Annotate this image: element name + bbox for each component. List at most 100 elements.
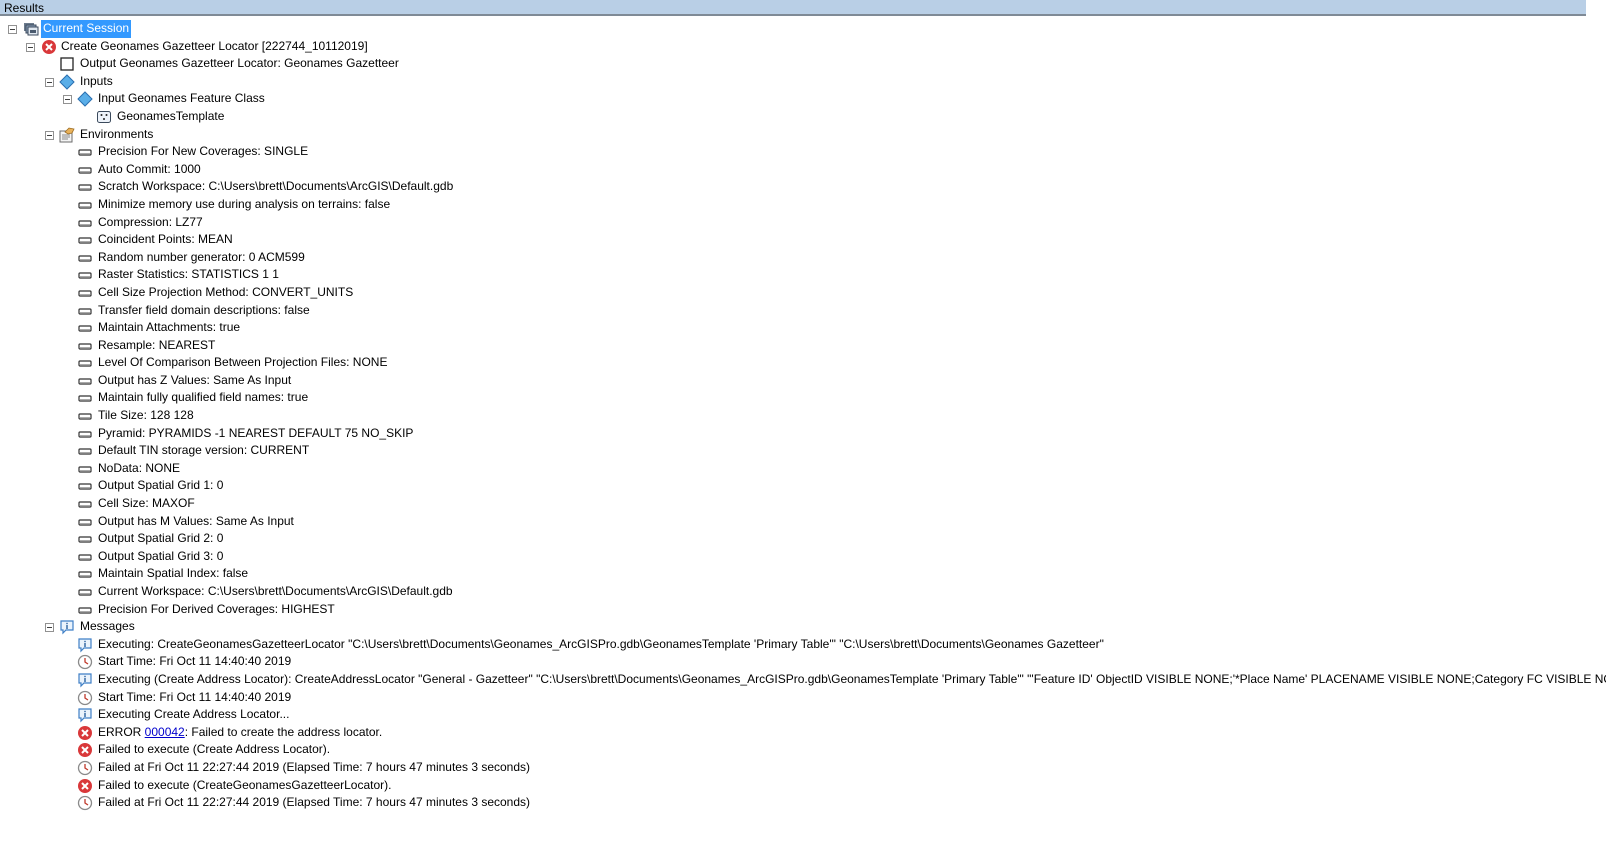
environment-item-text: Pyramid: PYRAMIDS -1 NEAREST DEFAULT 75 … <box>98 425 414 440</box>
environment-setting-icon <box>77 144 93 160</box>
environment-item[interactable]: Maintain fully qualified field names: tr… <box>0 389 1606 407</box>
environment-item[interactable]: Current Workspace: C:\Users\brett\Docume… <box>0 583 1606 601</box>
environment-item[interactable]: Pyramid: PYRAMIDS -1 NEAREST DEFAULT 75 … <box>0 425 1606 443</box>
diamond-icon <box>77 91 93 108</box>
message-text: ERROR 000042: Failed to create the addre… <box>98 724 382 742</box>
environment-item[interactable]: Output has Z Values: Same As Input <box>0 372 1606 390</box>
environment-setting-icon <box>77 355 93 371</box>
info-icon <box>77 637 93 653</box>
message-item-time[interactable]: Start Time: Fri Oct 11 14:40:40 2019 <box>0 653 1606 671</box>
environment-item[interactable]: Auto Commit: 1000 <box>0 161 1606 179</box>
message-item-time[interactable]: Start Time: Fri Oct 11 14:40:40 2019 <box>0 689 1606 707</box>
environment-setting-icon <box>77 566 93 582</box>
environment-item-text: Maintain Spatial Index: false <box>98 566 249 581</box>
message-item-error[interactable]: Failed to execute (CreateGeonamesGazette… <box>0 777 1606 795</box>
output-label[interactable]: Output Geonames Gazetteer Locator: Geona… <box>80 55 399 73</box>
environment-setting-icon <box>77 461 93 477</box>
collapse-toggle[interactable] <box>63 95 72 105</box>
environment-setting-icon <box>77 478 93 494</box>
message-text: Start Time: Fri Oct 11 14:40:40 2019 <box>98 689 292 704</box>
environments-label[interactable]: Environments <box>80 126 153 144</box>
collapse-toggle[interactable] <box>45 623 54 633</box>
message-item-time[interactable]: Failed at Fri Oct 11 22:27:44 2019 (Elap… <box>0 759 1606 777</box>
environment-item[interactable]: Coincident Points: MEAN <box>0 231 1606 249</box>
environment-setting-icon <box>77 338 93 354</box>
environment-item-text: Resample: NEAREST <box>98 337 216 352</box>
tree-node-environments[interactable]: Environments <box>0 126 1606 144</box>
environment-item[interactable]: Precision For New Coverages: SINGLE <box>0 143 1606 161</box>
environment-item-text: Maintain fully qualified field names: tr… <box>98 390 309 405</box>
environment-item[interactable]: Maintain Attachments: true <box>0 319 1606 337</box>
environment-item[interactable]: Minimize memory use during analysis on t… <box>0 196 1606 214</box>
environment-item-text: Precision For New Coverages: SINGLE <box>98 144 309 159</box>
environment-item[interactable]: Default TIN storage version: CURRENT <box>0 442 1606 460</box>
results-tree: Current Session Create Geonames Gazettee… <box>0 20 1606 812</box>
environment-item-text: Output has Z Values: Same As Input <box>98 372 292 387</box>
environment-item-text: Default TIN storage version: CURRENT <box>98 443 310 458</box>
environment-item[interactable]: Output Spatial Grid 2: 0 <box>0 530 1606 548</box>
collapse-toggle[interactable] <box>45 130 54 140</box>
results-panel-title: Results <box>0 0 1586 16</box>
environment-item[interactable]: Precision For Derived Coverages: HIGHEST <box>0 601 1606 619</box>
tree-node-current-session[interactable]: Current Session <box>0 20 1606 38</box>
messages-label[interactable]: Messages <box>80 618 135 636</box>
environment-item[interactable]: Level Of Comparison Between Projection F… <box>0 354 1606 372</box>
tree-node-output[interactable]: Output Geonames Gazetteer Locator: Geona… <box>0 55 1606 73</box>
environment-item-text: Compression: LZ77 <box>98 214 203 229</box>
message-item-info[interactable]: Executing Create Address Locator... <box>0 706 1606 724</box>
environment-setting-icon <box>77 162 93 178</box>
environment-setting-icon <box>77 250 93 266</box>
message-item-info[interactable]: Executing: CreateGeonamesGazetteerLocato… <box>0 636 1606 654</box>
error-icon <box>77 725 93 741</box>
environment-setting-icon <box>77 549 93 565</box>
input-fc-label[interactable]: Input Geonames Feature Class <box>98 90 265 108</box>
message-text: Failed to execute (Create Address Locato… <box>98 742 331 757</box>
clock-icon <box>77 795 93 811</box>
environment-item[interactable]: Random number generator: 0 ACM599 <box>0 249 1606 267</box>
environment-item[interactable]: Cell Size Projection Method: CONVERT_UNI… <box>0 284 1606 302</box>
environment-item[interactable]: Output Spatial Grid 1: 0 <box>0 477 1606 495</box>
message-suffix: : Failed to create the address locator. <box>184 724 383 739</box>
collapse-toggle[interactable] <box>26 42 35 52</box>
input-fc-value[interactable]: GeonamesTemplate <box>117 108 224 126</box>
tool-label[interactable]: Create Geonames Gazetteer Locator [22274… <box>61 38 368 56</box>
environment-item[interactable]: Compression: LZ77 <box>0 214 1606 232</box>
tree-node-inputs[interactable]: Inputs <box>0 73 1606 91</box>
environment-item[interactable]: Resample: NEAREST <box>0 337 1606 355</box>
environment-item[interactable]: Output has M Values: Same As Input <box>0 513 1606 531</box>
tree-node-input-fc[interactable]: Input Geonames Feature Class <box>0 90 1606 108</box>
environment-item-text: Output Spatial Grid 2: 0 <box>98 531 224 546</box>
tree-node-input-fc-value[interactable]: GeonamesTemplate <box>0 108 1606 126</box>
environment-item[interactable]: Cell Size: MAXOF <box>0 495 1606 513</box>
message-item-time[interactable]: Failed at Fri Oct 11 22:27:44 2019 (Elap… <box>0 794 1606 812</box>
environment-item[interactable]: NoData: NONE <box>0 460 1606 478</box>
environment-setting-icon <box>77 267 93 283</box>
message-text: Executing: CreateGeonamesGazetteerLocato… <box>98 636 1104 651</box>
environment-item-text: Output has M Values: Same As Input <box>98 513 294 528</box>
collapse-toggle[interactable] <box>8 25 17 34</box>
clock-icon <box>77 654 93 670</box>
collapse-toggle[interactable] <box>45 77 54 87</box>
info-icon <box>59 619 75 635</box>
environment-item[interactable]: Tile Size: 128 128 <box>0 407 1606 425</box>
message-text: Executing Create Address Locator... <box>98 707 290 722</box>
message-item-info[interactable]: Executing (Create Address Locator): Crea… <box>0 671 1606 689</box>
inputs-label[interactable]: Inputs <box>80 73 113 91</box>
environment-item[interactable]: Output Spatial Grid 3: 0 <box>0 548 1606 566</box>
environment-item-text: Current Workspace: C:\Users\brett\Docume… <box>98 584 453 598</box>
environment-item[interactable]: Scratch Workspace: C:\Users\brett\Docume… <box>0 178 1606 196</box>
tree-node-messages[interactable]: Messages <box>0 618 1606 636</box>
environment-item[interactable]: Maintain Spatial Index: false <box>0 565 1606 583</box>
environment-item[interactable]: Transfer field domain descriptions: fals… <box>0 302 1606 320</box>
info-icon <box>77 707 93 723</box>
environment-setting-icon <box>77 320 93 336</box>
tree-node-tool[interactable]: Create Geonames Gazetteer Locator [22274… <box>0 38 1606 56</box>
message-item-error[interactable]: ERROR 000042: Failed to create the addre… <box>0 724 1606 742</box>
current-session-label[interactable]: Current Session <box>41 20 132 38</box>
message-item-error[interactable]: Failed to execute (Create Address Locato… <box>0 741 1606 759</box>
environment-setting-icon <box>77 232 93 248</box>
environment-item[interactable]: Raster Statistics: STATISTICS 1 1 <box>0 266 1606 284</box>
environment-setting-icon <box>77 584 93 600</box>
environment-setting-icon <box>77 197 93 213</box>
error-code-link[interactable]: 000042 <box>145 725 185 739</box>
